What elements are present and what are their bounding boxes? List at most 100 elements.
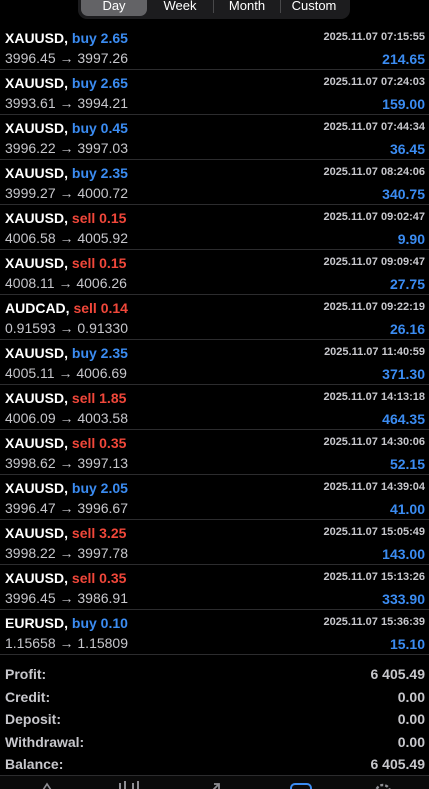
deal-profit: 371.30	[382, 366, 425, 382]
summary-row-profit: Profit: 6 405.49	[0, 663, 429, 686]
tab-custom-label: Custom	[291, 0, 337, 13]
deal-symbol-text: XAUUSD,	[5, 30, 69, 46]
deal-profit: 15.10	[389, 636, 425, 652]
period-selector-wrap: Day Week Month Custom	[0, 0, 429, 24]
deal-prices: 1.15658 → 1.15809	[5, 635, 128, 651]
deal-profit: 340.75	[382, 186, 425, 202]
deal-open-price: 4008.11	[5, 275, 55, 291]
deal-open-price: 3996.45	[5, 590, 56, 606]
summary-row-withdrawal: Withdrawal: 0.00	[0, 731, 429, 754]
deal-row[interactable]: XAUUSD, sell 0.35 2025.11.07 15:13:26 3996…	[0, 565, 429, 610]
deal-time: 2025.11.07 07:15:55	[323, 31, 425, 43]
tab-week-label: Week	[163, 0, 197, 13]
deal-time: 2025.11.07 09:02:47	[323, 211, 425, 223]
history-icon[interactable]	[289, 780, 312, 789]
deal-side: buy 0.45	[71, 120, 128, 136]
deal-symbol-text: XAUUSD,	[5, 480, 69, 496]
deal-profit: 36.45	[389, 141, 425, 157]
deal-profit: 9.90	[397, 231, 425, 247]
deal-symbol-text: XAUUSD,	[5, 435, 69, 451]
tab-month[interactable]: Month	[214, 0, 280, 16]
deal-side: sell 0.15	[71, 210, 127, 226]
deal-time: 2025.11.07 15:36:39	[323, 616, 425, 628]
arrow-right-icon: →	[59, 95, 74, 111]
deal-row[interactable]: XAUUSD, buy 0.45 2025.11.07 07:44:34 3996.…	[0, 115, 429, 160]
arrow-right-icon: →	[59, 185, 74, 201]
arrow-right-icon: →	[59, 50, 74, 66]
arrow-right-icon: →	[59, 590, 74, 606]
deal-symbol-text: AUDCAD,	[5, 300, 70, 316]
deal-symbol: XAUUSD, sell 0.35	[5, 435, 126, 451]
deal-symbol-text: XAUUSD,	[5, 120, 69, 136]
period-selector: Day Week Month Custom	[78, 0, 350, 19]
deal-time: 2025.11.07 09:09:47	[323, 256, 425, 268]
summary-label: Withdrawal:	[5, 733, 85, 750]
deal-profit: 464.35	[382, 411, 425, 427]
deal-side: buy 2.35	[71, 345, 128, 361]
deal-row[interactable]: AUDCAD, sell 0.14 2025.11.07 09:22:19 0.91…	[0, 295, 429, 340]
tab-week[interactable]: Week	[147, 0, 213, 16]
deal-close-price: 4006.26	[76, 275, 127, 291]
deal-symbol: XAUUSD, buy 2.65	[5, 75, 128, 91]
summary-label: Deposit:	[5, 711, 61, 727]
deal-row[interactable]: XAUUSD, sell 0.35 2025.11.07 14:30:06 3998…	[0, 430, 429, 475]
tab-month-label: Month	[228, 0, 266, 13]
summary-row-credit: Credit: 0.00	[0, 686, 429, 709]
arrow-right-icon: →	[59, 635, 74, 651]
arrow-right-icon: →	[59, 230, 74, 246]
deal-row[interactable]: EURUSD, buy 0.10 2025.11.07 15:36:39 1.156…	[0, 610, 429, 655]
deal-row[interactable]: XAUUSD, sell 0.15 2025.11.07 09:02:47 4006…	[0, 205, 429, 250]
deal-close-price: 3997.78	[77, 545, 128, 561]
deal-symbol-text: XAUUSD,	[5, 165, 69, 181]
deal-open-price: 4006.58	[5, 230, 56, 246]
settings-icon[interactable]	[372, 780, 394, 789]
deal-symbol: XAUUSD, sell 0.15	[5, 255, 126, 271]
deal-time: 2025.11.07 07:44:34	[323, 121, 425, 133]
deal-profit: 333.90	[382, 591, 425, 607]
deal-row[interactable]: XAUUSD, sell 0.15 2025.11.07 09:09:47 4008…	[0, 250, 429, 295]
deal-prices: 0.91593 → 0.91330	[5, 320, 128, 336]
deal-symbol: XAUUSD, sell 0.35	[5, 570, 126, 586]
deal-list: XAUUSD, buy 2.65 2025.11.07 07:15:55 3996.…	[0, 25, 429, 655]
deal-symbol: XAUUSD, sell 1.85	[5, 390, 126, 406]
deal-row[interactable]: XAUUSD, buy 2.35 2025.11.07 08:24:06 3999.…	[0, 160, 429, 205]
deal-side: buy 0.10	[71, 615, 128, 631]
deal-prices: 3998.62 → 3997.13	[5, 455, 128, 471]
tab-custom[interactable]: Custom	[281, 0, 347, 16]
deal-open-price: 0.91593	[5, 320, 56, 336]
deal-close-price: 4003.58	[77, 410, 128, 426]
summary-label: Balance:	[5, 756, 64, 772]
deal-symbol: XAUUSD, sell 3.25	[5, 525, 126, 541]
deal-time: 2025.11.07 09:22:19	[323, 301, 425, 313]
deal-prices: 3996.45 → 3986.91	[5, 590, 128, 606]
chart-icon[interactable]	[116, 780, 139, 789]
arrow-right-icon: →	[59, 140, 74, 156]
deal-close-price: 4000.72	[77, 185, 128, 201]
deal-symbol-text: EURUSD,	[5, 615, 69, 631]
deal-prices: 4006.58 → 4005.92	[5, 230, 128, 246]
deal-open-price: 3996.47	[5, 500, 56, 516]
deal-symbol-text: XAUUSD,	[5, 570, 69, 586]
deal-prices: 4005.11 → 4006.69	[5, 365, 127, 381]
deal-row[interactable]: XAUUSD, buy 2.65 2025.11.07 07:15:55 3996.…	[0, 25, 429, 70]
deal-row[interactable]: XAUUSD, buy 2.05 2025.11.07 14:39:04 3996.…	[0, 475, 429, 520]
summary-label: Profit:	[5, 666, 47, 682]
deal-time: 2025.11.07 07:24:03	[323, 76, 425, 88]
deal-time: 2025.11.07 14:30:06	[323, 436, 425, 448]
deal-side: sell 0.14	[73, 300, 128, 316]
quotes-icon[interactable]	[36, 780, 58, 789]
deal-row[interactable]: XAUUSD, buy 2.65 2025.11.07 07:24:03 3993.…	[0, 70, 429, 115]
deal-time: 2025.11.07 11:40:59	[324, 346, 425, 358]
deal-row[interactable]: XAUUSD, sell 1.85 2025.11.07 14:13:18 4006…	[0, 385, 429, 430]
trade-icon[interactable]	[204, 780, 226, 789]
summary-panel: Profit: 6 405.49 Credit: 0.00 Deposit: 0…	[0, 663, 429, 776]
deal-symbol-text: XAUUSD,	[5, 345, 69, 361]
deal-close-price: 3996.67	[77, 500, 128, 516]
summary-value: 0.00	[397, 688, 425, 705]
deal-close-price: 3986.91	[77, 590, 128, 606]
summary-value: 0.00	[397, 733, 425, 750]
deal-row[interactable]: XAUUSD, sell 3.25 2025.11.07 15:05:49 3998…	[0, 520, 429, 565]
tab-day[interactable]: Day	[81, 0, 147, 16]
deal-row[interactable]: XAUUSD, buy 2.35 2025.11.07 11:40:59 4005.…	[0, 340, 429, 385]
deal-open-price: 3996.45	[5, 50, 56, 66]
